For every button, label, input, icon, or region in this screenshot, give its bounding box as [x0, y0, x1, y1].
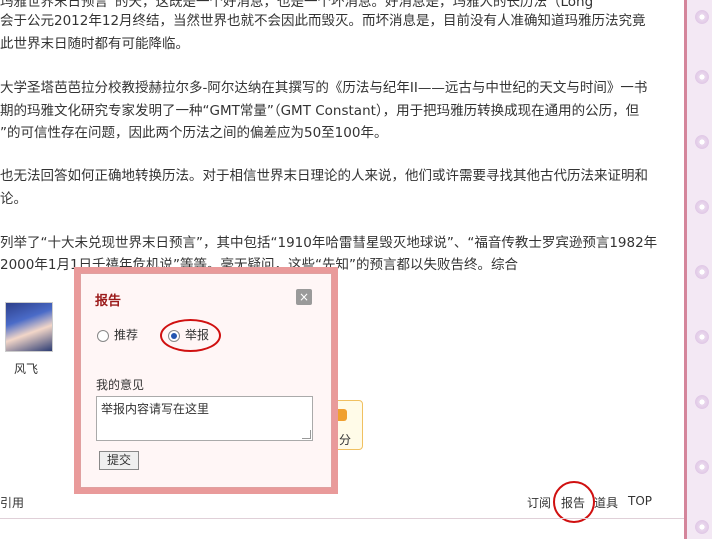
submit-button[interactable]: 提交 — [99, 451, 139, 470]
flower-icon — [695, 395, 709, 409]
decorative-side-border — [684, 0, 712, 539]
rate-button-label: 分 — [339, 433, 352, 447]
subscribe-link[interactable]: 订阅 — [527, 494, 551, 511]
flower-icon — [695, 460, 709, 474]
props-link[interactable]: 道具 — [594, 494, 618, 511]
flower-icon — [695, 200, 709, 214]
author-name[interactable]: 风飞 — [14, 360, 38, 377]
flower-icon — [695, 265, 709, 279]
article-line: 列举了“十大未兑现世界末日预言”，其中包括“1910年哈雷彗星毁灭地球说”、“福… — [0, 235, 658, 251]
article-line: 此世界末日随时都有可能降临。 — [0, 36, 189, 52]
report-link-highlight — [553, 481, 595, 523]
article-line: 会于公元2012年12月终结，当然世界也就不会因此而毁灭。而坏消息是，目前没有人… — [0, 13, 646, 29]
opinion-text: 举报内容请写在这里 — [101, 402, 210, 416]
article-line: ”的可信性存在问题，因此两个历法之间的偏差应为50至100年。 — [0, 125, 388, 141]
dialog-title: 报告 — [95, 294, 122, 309]
recommend-label[interactable]: 推荐 — [114, 326, 138, 343]
flower-icon — [695, 330, 709, 344]
opinion-label: 我的意见 — [96, 378, 145, 392]
flower-icon — [695, 10, 709, 24]
flower-icon — [695, 520, 709, 534]
avatar[interactable] — [5, 302, 53, 352]
article-line: 期的玛雅文化研究专家发明了一种“GMT常量”（GMT Constant），用于把… — [0, 103, 640, 119]
flower-icon — [695, 70, 709, 84]
footer-divider — [0, 518, 684, 519]
opinion-textarea[interactable]: 举报内容请写在这里 — [96, 396, 313, 441]
article-line: 论。 — [0, 191, 27, 207]
close-icon[interactable]: × — [296, 289, 312, 305]
report-option-highlight — [160, 319, 221, 352]
quote-link[interactable]: 引用 — [0, 494, 24, 511]
recommend-radio[interactable] — [97, 330, 109, 342]
top-link[interactable]: TOP — [628, 494, 652, 508]
article-line: 大学圣塔芭芭拉分校教授赫拉尔多-阿尔达纳在其撰写的《历法与纪年II——远古与中世… — [0, 80, 648, 96]
article-line: 也无法回答如何正确地转换历法。对于相信世界末日理论的人来说，他们或许需要寻找其他… — [0, 168, 648, 184]
flower-icon — [695, 135, 709, 149]
resize-grip-icon[interactable] — [302, 430, 311, 439]
report-dialog: 报告 × 推荐 举报 我的意见 举报内容请写在这里 提交 — [80, 273, 332, 488]
